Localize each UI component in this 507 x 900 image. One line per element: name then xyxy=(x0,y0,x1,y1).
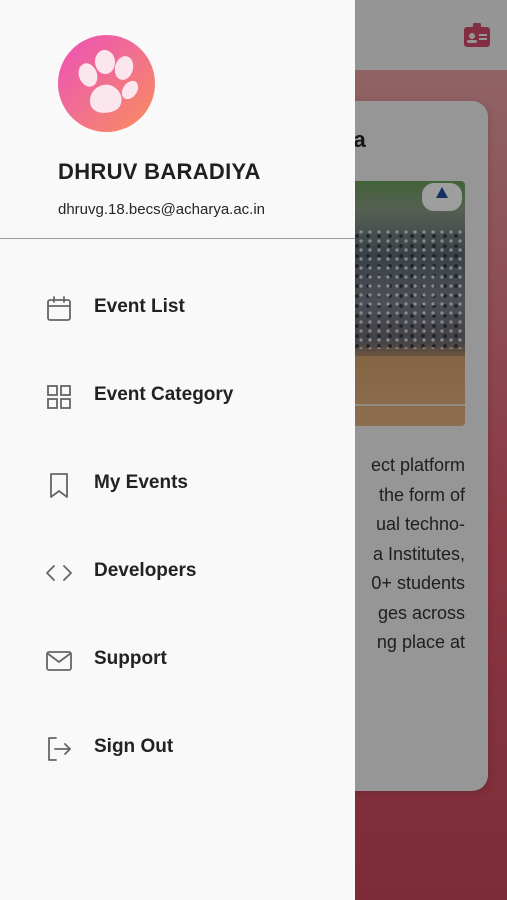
menu-item-sign-out[interactable]: Sign Out xyxy=(0,716,355,780)
navigation-drawer: DHRUV BARADIYA dhruvg.18.becs@acharya.ac… xyxy=(0,0,355,900)
calendar-icon xyxy=(44,294,74,324)
mail-icon xyxy=(44,646,74,676)
bookmark-icon xyxy=(44,470,74,500)
menu-item-label: Sign Out xyxy=(94,736,174,757)
sign-out-icon xyxy=(44,734,74,764)
menu-item-label: Developers xyxy=(94,560,197,581)
menu-item-event-list[interactable]: Event List xyxy=(0,276,355,340)
menu-item-label: My Events xyxy=(94,472,188,493)
user-name: DHRUV BARADIYA xyxy=(58,159,261,184)
divider xyxy=(0,238,355,239)
menu-item-my-events[interactable]: My Events xyxy=(0,452,355,516)
user-email: dhruvg.18.becs@acharya.ac.in xyxy=(58,201,266,218)
avatar[interactable] xyxy=(58,35,155,132)
menu-item-support[interactable]: Support xyxy=(0,628,355,692)
code-icon xyxy=(44,558,74,588)
menu-item-event-category[interactable]: Event Category xyxy=(0,364,355,428)
menu-item-label: Event List xyxy=(94,296,185,317)
grid-icon xyxy=(44,382,74,412)
menu-item-developers[interactable]: Developers xyxy=(0,540,355,604)
paw-icon xyxy=(78,50,139,113)
menu-item-label: Support xyxy=(94,648,167,669)
menu-item-label: Event Category xyxy=(94,384,234,405)
